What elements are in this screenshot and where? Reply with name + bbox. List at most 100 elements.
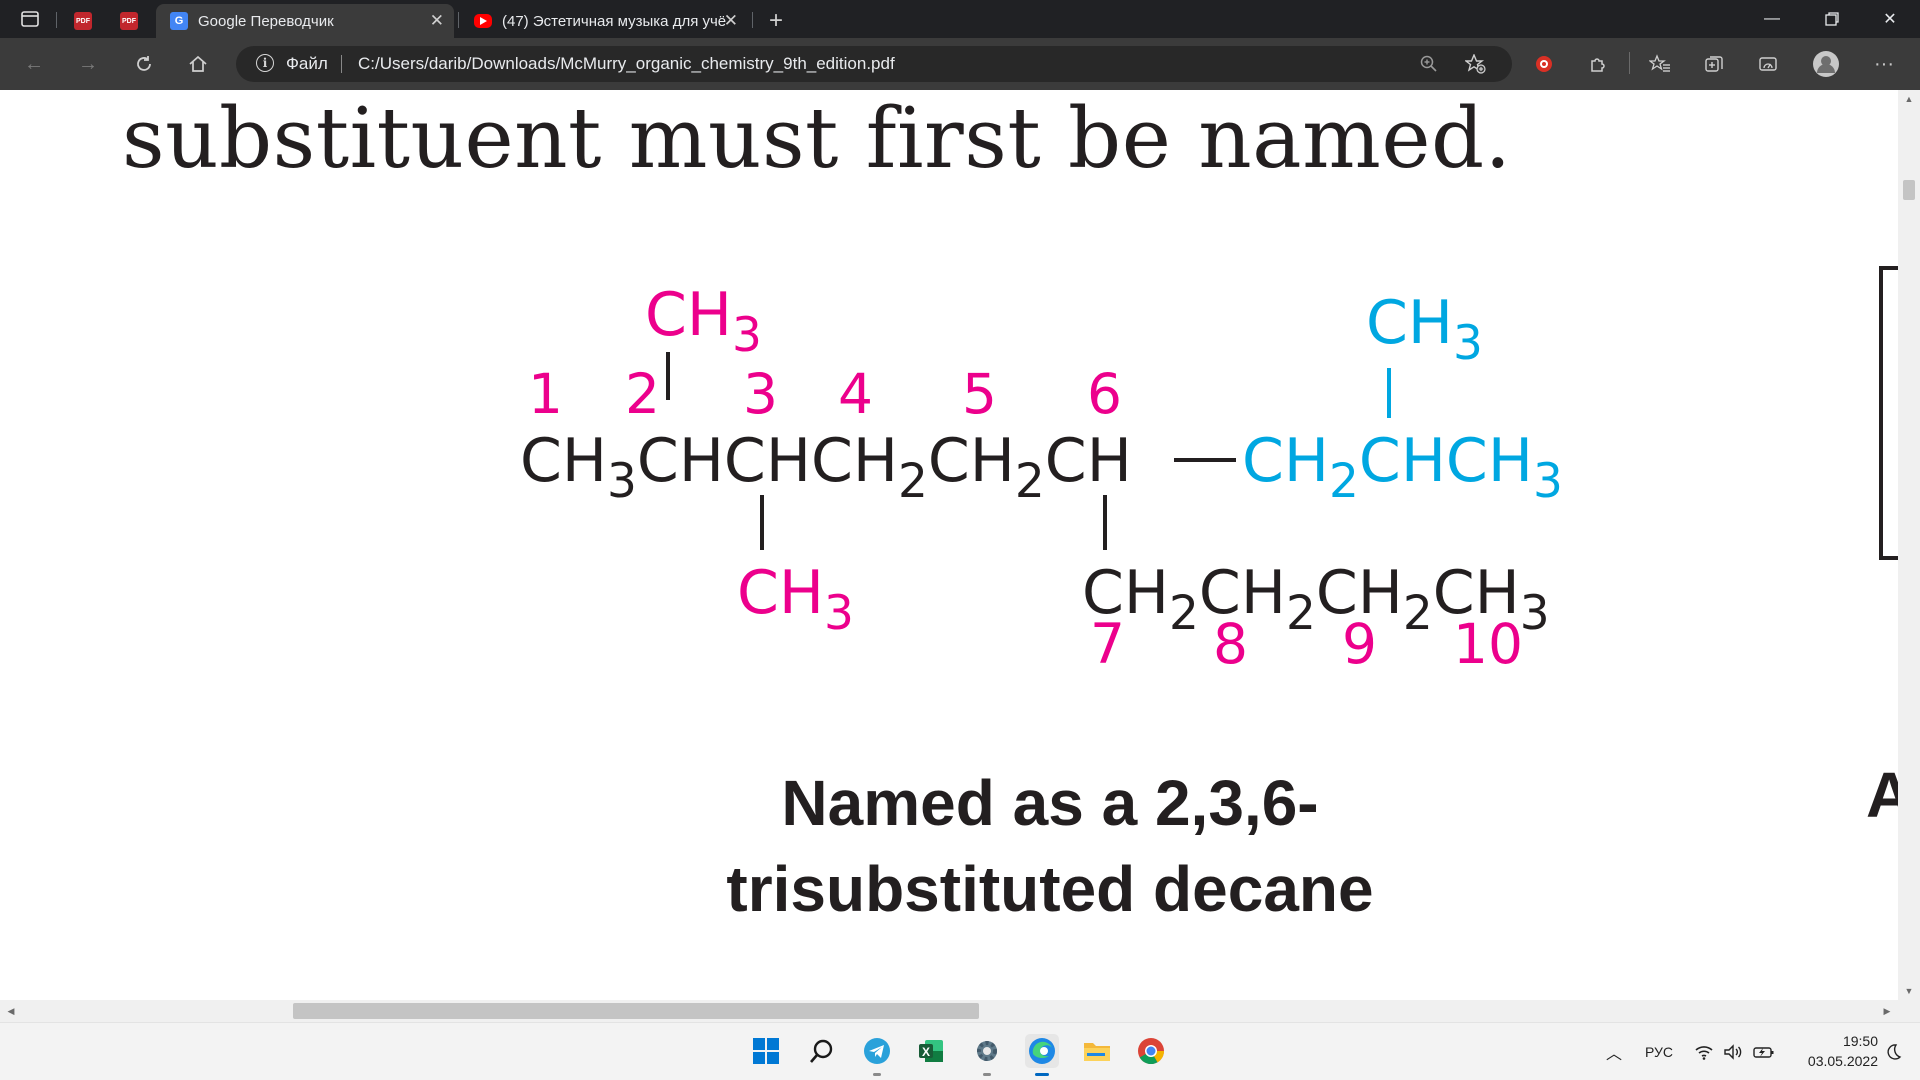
collections-icon [1705,56,1723,72]
plus-icon: + [768,7,783,34]
arrow-right-icon: → [78,52,98,75]
vertical-scroll-thumb[interactable] [1903,180,1915,200]
minimize-button[interactable]: — [1744,4,1800,34]
avatar [1813,51,1839,77]
battery-charging-icon [1753,1047,1774,1058]
active-indicator [1035,1073,1049,1076]
tab-actions-button[interactable] [16,6,44,32]
chrome-app[interactable] [1134,1034,1168,1068]
close-window-button[interactable]: ✕ [1862,4,1918,34]
carbon-number-2: 2 [625,362,660,426]
performance-button[interactable] [1752,49,1784,79]
clock-date: 03.05.2022 [1807,1053,1878,1069]
notifications-button[interactable] [1884,1023,1902,1080]
settings-icon [977,1041,997,1061]
wifi-icon [1695,1046,1713,1060]
extensions-button[interactable] [1582,49,1614,79]
close-tab-icon[interactable]: ✕ [430,11,444,31]
scrollbar-corner [1898,1000,1920,1022]
volume-button[interactable] [1723,1023,1743,1080]
settings-app[interactable] [970,1034,1004,1076]
running-indicator [873,1073,881,1076]
cut-off-caption: A [1866,759,1898,831]
extension-red-icon [1536,56,1552,72]
forward-button[interactable]: → [72,49,104,79]
branch-methyl: CH3 [1366,288,1483,371]
telegram-app[interactable] [860,1034,894,1076]
vertical-scrollbar[interactable]: ▲ ▼ [1898,90,1920,1000]
network-button[interactable] [1694,1023,1714,1080]
tab-pdf-1[interactable]: PDF [64,4,106,38]
running-indicator [983,1073,991,1076]
address-bar[interactable]: i Файл C:/Users/darib/Downloads/McMurry_… [236,46,1512,82]
carbon-number-5: 5 [962,362,997,426]
main-chain: CH3CHCHCH2CH2CH [520,426,1132,509]
address-separator [341,55,342,73]
scheme-label: Файл [286,54,328,73]
pdf-icon: PDF [74,12,92,30]
tab-title: Google Переводчик [198,12,334,30]
browser-toolbar: ← → i Файл C:/Users/darib/Downloads/McMu… [0,38,1920,90]
excel-app[interactable]: X [914,1034,948,1068]
new-tab-button[interactable]: + [760,4,792,38]
tab-actions-icon [21,11,39,27]
extension-button[interactable] [1528,49,1560,79]
carbon-number-3: 3 [743,362,778,426]
tab-youtube[interactable]: (47) Эстетичная музыка для учё ✕ [460,4,748,38]
cut-off-bracket [1879,266,1898,560]
refresh-icon [137,56,151,71]
arrow-left-icon: ← [24,52,44,75]
taskbar: X ︿ РУС 19:50 03.05.2022 [0,1022,1920,1080]
horizontal-scroll-thumb[interactable] [293,1003,979,1019]
horizontal-scrollbar[interactable]: ◀ ▶ [0,1000,1898,1022]
edge-app[interactable] [1025,1034,1059,1076]
restore-icon [1825,12,1839,26]
restore-button[interactable] [1804,4,1860,34]
close-tab-icon[interactable]: ✕ [724,11,738,31]
scroll-down-icon[interactable]: ▼ [1898,982,1920,1000]
youtube-icon [474,14,492,28]
battery-button[interactable] [1752,1023,1776,1080]
profile-button[interactable] [1810,49,1842,79]
tray-overflow-button[interactable]: ︿ [1606,1023,1622,1080]
performance-icon [1759,57,1777,71]
refresh-button[interactable] [128,49,160,79]
tab-google-translate[interactable]: G Google Переводчик ✕ [156,4,454,38]
carbon-number-4: 4 [838,362,873,426]
tab-title: (47) Эстетичная музыка для учё [502,12,727,30]
more-icon: ··· [1874,52,1894,75]
start-button[interactable] [749,1034,783,1068]
url-text[interactable]: C:/Users/darib/Downloads/McMurry_organic… [358,54,895,74]
scroll-up-icon[interactable]: ▲ [1898,90,1920,108]
scroll-left-icon[interactable]: ◀ [2,1000,20,1022]
speaker-icon [1724,1044,1742,1060]
home-button[interactable] [182,49,214,79]
add-favorite-icon[interactable] [1465,54,1487,74]
structure-caption: Named as a 2,3,6- trisubstituted decane [640,760,1460,932]
collections-button[interactable] [1698,49,1730,79]
caption-line-1: Named as a 2,3,6- [781,767,1319,839]
excel-icon: X [919,1040,943,1062]
info-icon[interactable]: i [256,54,274,72]
favorites-button[interactable] [1644,49,1676,79]
methyl-c2: CH3 [645,280,762,363]
toolbar-separator [1629,52,1630,74]
scroll-right-icon[interactable]: ▶ [1878,1000,1896,1022]
puzzle-icon [1591,58,1605,72]
google-translate-icon: G [170,12,188,30]
file-explorer-app[interactable] [1080,1034,1114,1068]
tab-pdf-2[interactable]: PDF [110,4,152,38]
menu-button[interactable]: ··· [1868,49,1900,79]
methyl-c3: CH3 [737,558,854,641]
carbon-number-1: 1 [528,362,563,426]
tab-strip: PDF PDF G Google Переводчик ✕ (47) Эстет… [0,0,1920,38]
search-button[interactable] [805,1034,839,1068]
language-indicator[interactable]: РУС [1645,1023,1673,1080]
system-clock[interactable]: 19:50 03.05.2022 [1788,1031,1878,1071]
clock-time: 19:50 [1842,1033,1878,1049]
caption-line-2: trisubstituted decane [726,853,1374,925]
pdf-icon: PDF [120,12,138,30]
zoom-icon[interactable] [1420,55,1438,73]
svg-text:X: X [922,1045,930,1059]
back-button[interactable]: ← [18,49,50,79]
